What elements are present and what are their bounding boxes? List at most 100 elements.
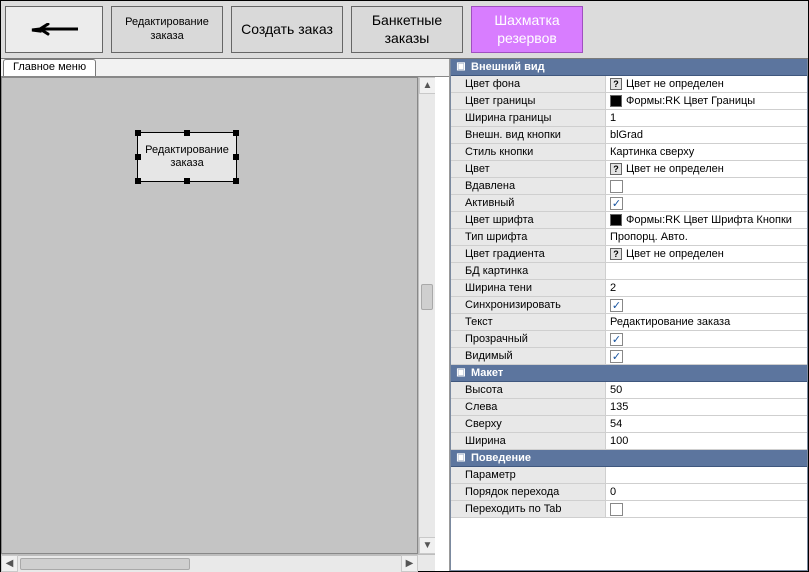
prop-value-text: 54 xyxy=(610,418,622,430)
prop-row-left[interactable]: Слева135 xyxy=(451,399,807,416)
section-appearance[interactable]: ▣ Внешний вид xyxy=(451,59,807,76)
prop-value[interactable]: ✓ xyxy=(606,297,807,313)
prop-row-grad_color[interactable]: Цвет градиента?Цвет не определен xyxy=(451,246,807,263)
scroll-right-icon[interactable]: ▶ xyxy=(401,555,418,572)
prop-value[interactable]: ✓ xyxy=(606,331,807,347)
back-button[interactable] xyxy=(5,6,103,53)
vscroll-thumb[interactable] xyxy=(419,94,435,537)
prop-row-pressed[interactable]: Вдавлена xyxy=(451,178,807,195)
prop-name: Ширина тени xyxy=(451,280,606,296)
prop-value[interactable]: ?Цвет не определен xyxy=(606,246,807,262)
horizontal-scrollbar[interactable]: ◀ ▶ xyxy=(1,554,418,571)
prop-row-db_image[interactable]: БД картинка xyxy=(451,263,807,280)
prop-row-shadow_w[interactable]: Ширина тени 2 xyxy=(451,280,807,297)
scroll-down-icon[interactable]: ▼ xyxy=(419,537,436,554)
hscroll-thumb[interactable] xyxy=(18,555,401,572)
toolbar-spacer xyxy=(587,1,808,58)
resize-handle-ne[interactable] xyxy=(233,130,239,136)
section-behavior[interactable]: ▣ Поведение xyxy=(451,450,807,467)
prop-row-sync[interactable]: Синхронизировать✓ xyxy=(451,297,807,314)
prop-value[interactable]: Формы:RK Цвет Шрифта Кнопки xyxy=(606,212,807,228)
resize-handle-w[interactable] xyxy=(135,154,141,160)
prop-value[interactable]: Формы:RK Цвет Границы xyxy=(606,93,807,109)
checkbox[interactable]: ✓ xyxy=(610,333,623,346)
checkbox[interactable]: ✓ xyxy=(610,350,623,363)
checkbox[interactable] xyxy=(610,180,623,193)
prop-value[interactable] xyxy=(606,467,807,483)
prop-value-text: 1 xyxy=(610,112,616,124)
section-layout[interactable]: ▣ Макет xyxy=(451,365,807,382)
prop-name: Стиль кнопки xyxy=(451,144,606,160)
tab-main-menu[interactable]: Главное меню xyxy=(3,59,96,76)
prop-value[interactable]: 50 xyxy=(606,382,807,398)
prop-row-btn_style[interactable]: Стиль кнопкиКартинка сверху xyxy=(451,144,807,161)
prop-row-bg_color[interactable]: Цвет фона?Цвет не определен xyxy=(451,76,807,93)
prop-value[interactable]: ✓ xyxy=(606,195,807,211)
vertical-scrollbar[interactable]: ▲ ▼ xyxy=(418,77,435,554)
prop-row-param[interactable]: Параметр xyxy=(451,467,807,484)
prop-value[interactable]: blGrad xyxy=(606,127,807,143)
prop-row-tab_order[interactable]: Порядок перехода0 xyxy=(451,484,807,501)
prop-row-border_color[interactable]: Цвет границыФормы:RK Цвет Границы xyxy=(451,93,807,110)
prop-row-transparent[interactable]: Прозрачный ✓ xyxy=(451,331,807,348)
prop-value[interactable]: 2 xyxy=(606,280,807,296)
prop-value[interactable] xyxy=(606,178,807,194)
prop-row-width[interactable]: Ширина100 xyxy=(451,433,807,450)
prop-row-border_width[interactable]: Ширина границы1 xyxy=(451,110,807,127)
collapse-icon: ▣ xyxy=(454,60,468,74)
prop-value[interactable]: Пропорц. Авто. xyxy=(606,229,807,245)
prop-value[interactable]: ?Цвет не определен xyxy=(606,161,807,177)
checkbox[interactable] xyxy=(610,503,623,516)
prop-value[interactable]: 135 xyxy=(606,399,807,415)
prop-name: Переходить по Tab xyxy=(451,501,606,517)
prop-value-text: 2 xyxy=(610,282,616,294)
prop-value[interactable]: Редактирование заказа xyxy=(606,314,807,330)
resize-handle-se[interactable] xyxy=(233,178,239,184)
prop-value[interactable]: Картинка сверху xyxy=(606,144,807,160)
prop-value[interactable]: ?Цвет не определен xyxy=(606,76,807,92)
prop-row-top[interactable]: Сверху54 xyxy=(451,416,807,433)
resize-handle-e[interactable] xyxy=(233,154,239,160)
selected-button-element[interactable]: Редактирование заказа xyxy=(137,132,237,182)
prop-row-color[interactable]: Цвет?Цвет не определен xyxy=(451,161,807,178)
checkbox[interactable]: ✓ xyxy=(610,197,623,210)
toolbar-btn-banquet-orders[interactable]: Банкетные заказы xyxy=(351,6,463,53)
prop-row-font_type[interactable]: Тип шрифтаПропорц. Авто. xyxy=(451,229,807,246)
resize-handle-sw[interactable] xyxy=(135,178,141,184)
prop-value[interactable]: 100 xyxy=(606,433,807,449)
prop-name: Цвет xyxy=(451,161,606,177)
question-swatch-icon: ? xyxy=(610,163,622,175)
prop-name: Цвет шрифта xyxy=(451,212,606,228)
prop-value[interactable]: ✓ xyxy=(606,348,807,364)
prop-name: Ширина xyxy=(451,433,606,449)
prop-row-text[interactable]: ТекстРедактирование заказа xyxy=(451,314,807,331)
prop-value[interactable]: 0 xyxy=(606,484,807,500)
prop-row-font_color[interactable]: Цвет шрифта Формы:RK Цвет Шрифта Кнопки xyxy=(451,212,807,229)
toolbar-btn-edit-order[interactable]: Редактирование заказа xyxy=(111,6,223,53)
checkbox[interactable]: ✓ xyxy=(610,299,623,312)
prop-row-height[interactable]: Высота50 xyxy=(451,382,807,399)
prop-value[interactable]: 1 xyxy=(606,110,807,126)
scroll-left-icon[interactable]: ◀ xyxy=(1,555,18,572)
prop-row-tab_stop[interactable]: Переходить по Tab xyxy=(451,501,807,518)
prop-name: Порядок перехода xyxy=(451,484,606,500)
toolbar-btn-create-order[interactable]: Создать заказ xyxy=(231,6,343,53)
prop-name: БД картинка xyxy=(451,263,606,279)
collapse-icon: ▣ xyxy=(454,366,468,380)
designer-canvas[interactable]: Редактирование заказа xyxy=(1,77,418,554)
prop-value-text: Формы:RK Цвет Шрифта Кнопки xyxy=(626,214,792,226)
prop-name: Прозрачный xyxy=(451,331,606,347)
resize-handle-nw[interactable] xyxy=(135,130,141,136)
prop-row-visible[interactable]: Видимый✓ xyxy=(451,348,807,365)
prop-value[interactable] xyxy=(606,501,807,517)
section-label: Макет xyxy=(471,367,503,379)
resize-handle-s[interactable] xyxy=(184,178,190,184)
prop-value-text: Редактирование заказа xyxy=(610,316,730,328)
scroll-up-icon[interactable]: ▲ xyxy=(419,77,436,94)
prop-row-active[interactable]: Активный✓ xyxy=(451,195,807,212)
resize-handle-n[interactable] xyxy=(184,130,190,136)
prop-value[interactable]: 54 xyxy=(606,416,807,432)
toolbar-btn-reserves-grid[interactable]: Шахматка резервов xyxy=(471,6,583,53)
prop-row-btn_look[interactable]: Внешн. вид кнопкиblGrad xyxy=(451,127,807,144)
prop-value[interactable] xyxy=(606,263,807,279)
